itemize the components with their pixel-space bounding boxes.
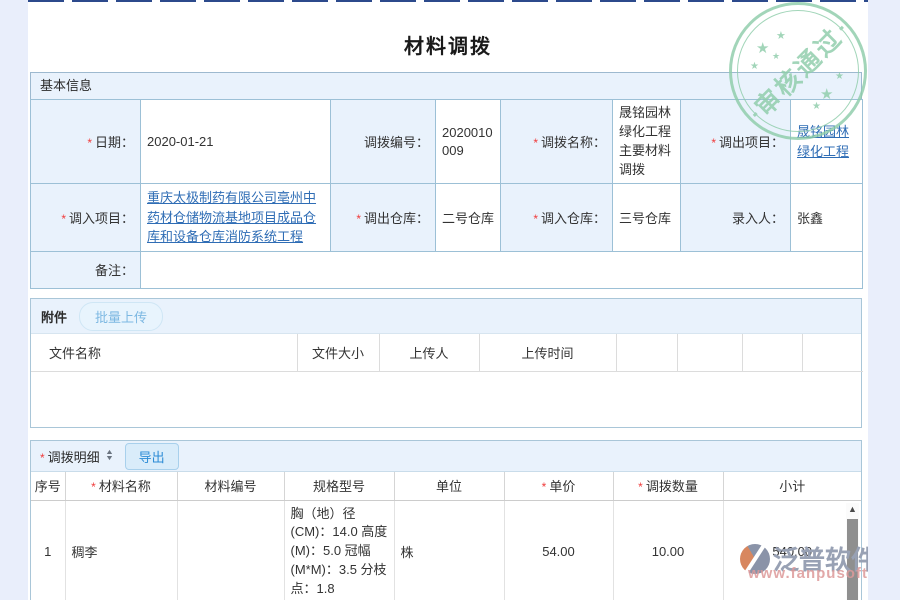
date-value[interactable]: 2020-01-21 bbox=[141, 100, 331, 184]
scroll-up-icon[interactable]: ▲ bbox=[848, 503, 857, 516]
required-marker: * bbox=[40, 451, 45, 465]
out-project-link[interactable]: 晟铭园林绿化工程 bbox=[797, 124, 849, 159]
basic-info-table: *日期： 2020-01-21 调拨编号： 2020010009 *调拨名称： … bbox=[30, 99, 863, 289]
transfer-name-label: *调拨名称： bbox=[501, 100, 613, 184]
required-marker: * bbox=[542, 480, 547, 494]
required-marker: * bbox=[533, 212, 538, 226]
row-unit: 株 bbox=[394, 500, 504, 600]
basic-info-row-1: *日期： 2020-01-21 调拨编号： 2020010009 *调拨名称： … bbox=[31, 100, 863, 184]
in-project-cell: 重庆太极制药有限公司亳州中药材仓储物流基地项目成品仓库和设备仓库消防系统工程 bbox=[141, 184, 331, 252]
basic-info-row-2: *调入项目： 重庆太极制药有限公司亳州中药材仓储物流基地项目成品仓库和设备仓库消… bbox=[31, 184, 863, 252]
row-seq: 1 bbox=[31, 500, 65, 600]
details-title: *调拨明细 bbox=[40, 447, 100, 466]
col-uploader: 上传人 bbox=[379, 334, 479, 371]
vertical-scrollbar[interactable]: ▲ bbox=[846, 503, 859, 600]
row-qty: 10.00 bbox=[613, 500, 723, 600]
in-warehouse-value[interactable]: 三号仓库 bbox=[613, 184, 681, 252]
out-project-label: *调出项目： bbox=[681, 100, 791, 184]
details-header: *调拨明细 ▲▼ 导出 bbox=[31, 441, 861, 472]
col-price: *单价 bbox=[504, 472, 613, 500]
out-warehouse-label: *调出仓库： bbox=[331, 184, 436, 252]
col-upload-time: 上传时间 bbox=[479, 334, 616, 371]
transfer-no-label: 调拨编号： bbox=[331, 100, 436, 184]
details-section: *调拨明细 ▲▼ 导出 序号 *材料名称 材料编号 规格型号 单位 *单价 *调… bbox=[30, 440, 862, 600]
required-marker: * bbox=[61, 212, 66, 226]
detail-row: 1 稠李 胸（地）径(CM)：14.0 高度(M)：5.0 冠幅(M*M)：3.… bbox=[31, 500, 861, 600]
attachments-section: 附件 批量上传 文件名称 文件大小 上传人 上传时间 bbox=[30, 298, 862, 428]
col-empty bbox=[742, 334, 802, 371]
scrollbar-thumb[interactable] bbox=[847, 519, 858, 600]
required-marker: * bbox=[533, 136, 538, 150]
transfer-name-value: 晟铭园林绿化工程主要材料调拨 bbox=[613, 100, 681, 184]
form-card: 材料调拨 基本信息 *日期： 2020-01-21 调拨编号： 20200100… bbox=[28, 0, 868, 600]
col-file-name: 文件名称 bbox=[31, 334, 297, 371]
in-warehouse-label: *调入仓库： bbox=[501, 184, 613, 252]
required-marker: * bbox=[711, 136, 716, 150]
row-subtotal: 540.00 bbox=[723, 500, 861, 600]
remark-label: 备注： bbox=[31, 251, 141, 288]
col-subtotal: 小计 bbox=[723, 472, 861, 500]
col-empty bbox=[677, 334, 742, 371]
row-price: 54.00 bbox=[504, 500, 613, 600]
recorder-value: 张鑫 bbox=[791, 184, 863, 252]
star-icon: ★ bbox=[750, 61, 759, 72]
basic-info-section: 基本信息 *日期： 2020-01-21 调拨编号： 2020010009 *调… bbox=[30, 72, 862, 289]
basic-info-header: 基本信息 bbox=[30, 72, 862, 100]
out-warehouse-value[interactable]: 二号仓库 bbox=[436, 184, 501, 252]
date-label: *日期： bbox=[31, 100, 141, 184]
required-marker: * bbox=[87, 136, 92, 150]
attachments-table: 文件名称 文件大小 上传人 上传时间 bbox=[31, 334, 863, 372]
row-spec: 胸（地）径(CM)：14.0 高度(M)：5.0 冠幅(M*M)：3.5 分枝点… bbox=[284, 500, 394, 600]
out-project-cell: 晟铭园林绿化工程 bbox=[791, 100, 863, 184]
details-header-row: 序号 *材料名称 材料编号 规格型号 单位 *单价 *调拨数量 小计 bbox=[31, 472, 861, 500]
details-table: 序号 *材料名称 材料编号 规格型号 单位 *单价 *调拨数量 小计 1 稠李 … bbox=[31, 472, 861, 600]
required-marker: * bbox=[91, 480, 96, 494]
attachments-header-row: 文件名称 文件大小 上传人 上传时间 bbox=[31, 334, 863, 371]
col-empty bbox=[616, 334, 677, 371]
required-marker: * bbox=[356, 212, 361, 226]
col-unit: 单位 bbox=[394, 472, 504, 500]
in-project-label: *调入项目： bbox=[31, 184, 141, 252]
export-button[interactable]: 导出 bbox=[125, 443, 179, 470]
basic-info-row-3: 备注： bbox=[31, 251, 863, 288]
col-seq: 序号 bbox=[31, 472, 65, 500]
col-material-name: *材料名称 bbox=[65, 472, 177, 500]
col-spec: 规格型号 bbox=[284, 472, 394, 500]
col-qty: *调拨数量 bbox=[613, 472, 723, 500]
recorder-label: 录入人： bbox=[681, 184, 791, 252]
sort-down-icon: ▼ bbox=[105, 456, 114, 462]
page-title: 材料调拨 bbox=[28, 30, 868, 59]
col-material-code: 材料编号 bbox=[177, 472, 284, 500]
col-file-size: 文件大小 bbox=[297, 334, 379, 371]
row-material-code bbox=[177, 500, 284, 600]
sort-control[interactable]: ▲▼ bbox=[106, 450, 113, 462]
required-marker: * bbox=[638, 480, 643, 494]
batch-upload-button[interactable]: 批量上传 bbox=[79, 302, 163, 331]
in-project-link[interactable]: 重庆太极制药有限公司亳州中药材仓储物流基地项目成品仓库和设备仓库消防系统工程 bbox=[147, 190, 316, 244]
attachments-title: 附件 bbox=[41, 307, 67, 326]
transfer-no-value: 2020010009 bbox=[436, 100, 501, 184]
col-empty bbox=[802, 334, 863, 371]
row-material-name[interactable]: 稠李 bbox=[65, 500, 177, 600]
attachments-header: 附件 批量上传 bbox=[31, 299, 861, 334]
remark-value[interactable] bbox=[141, 251, 863, 288]
